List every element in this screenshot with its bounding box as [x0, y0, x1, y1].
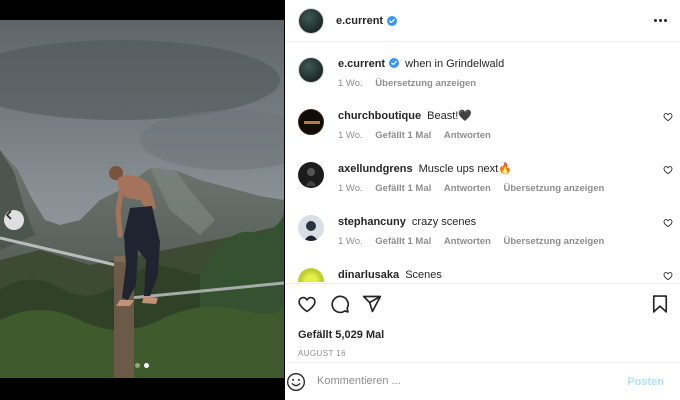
like-count[interactable]: Gefällt 5,029 Mal [298, 329, 384, 341]
comment-likes[interactable]: Gefällt 1 Mal [375, 183, 431, 194]
carousel-indicator [0, 363, 284, 368]
post-comment-button[interactable]: Posten [627, 376, 664, 388]
comment-row: stephancuny crazy scenes 1 Wo. Gefällt 1… [298, 215, 680, 247]
caption-text: when in Grindelwald [405, 58, 505, 70]
avatar-photo [304, 221, 318, 241]
reply-button[interactable]: Antworten [444, 130, 491, 141]
commenter-avatar[interactable] [298, 162, 324, 188]
comments-list[interactable]: e.current when in Grindelwald 1 Wo. Über… [285, 43, 680, 282]
paper-plane-icon[interactable] [362, 294, 382, 314]
comment-likes[interactable]: Gefällt 1 Mal [375, 130, 431, 141]
more-options-button[interactable] [652, 12, 668, 28]
comment-text: Scenes [405, 269, 442, 281]
comment-input[interactable] [317, 375, 597, 387]
comment-row: dinarlusaka Scenes [298, 268, 680, 282]
verified-badge-icon [387, 15, 398, 26]
smiley-icon[interactable] [286, 372, 306, 392]
avatar-photo [306, 168, 316, 186]
caption-time: 1 Wo. [338, 78, 363, 89]
author-avatar[interactable] [298, 7, 324, 34]
carousel-prev-button[interactable] [4, 210, 24, 230]
comment-username[interactable]: churchboutique [338, 110, 421, 122]
comment-composer: Posten [285, 362, 680, 400]
comment-bubble-icon[interactable] [330, 294, 350, 314]
reply-button[interactable]: Antworten [444, 236, 491, 247]
action-bar [285, 283, 680, 321]
comment-text: crazy scenes [411, 216, 477, 228]
comment-row: axellundgrens Muscle ups next🔥 1 Wo. Gef… [298, 162, 680, 194]
comment-time: 1 Wo. [338, 236, 363, 247]
post-date: AUGUST 16 [298, 349, 346, 358]
comment-row: churchboutique Beast!🖤 1 Wo. Gefällt 1 M… [298, 109, 680, 141]
comment-username[interactable]: axellundgrens [338, 163, 413, 175]
caption-username[interactable]: e.current [338, 58, 385, 70]
reply-button[interactable]: Antworten [444, 183, 491, 194]
heart-icon[interactable] [663, 218, 673, 228]
comment-text: Beast!🖤 [427, 110, 473, 122]
author-username[interactable]: e.current [336, 15, 383, 27]
comment-likes[interactable]: Gefällt 1 Mal [375, 236, 431, 247]
carousel-dot-active [144, 363, 149, 368]
verified-badge-icon [389, 58, 400, 68]
post-header: e.current [285, 0, 680, 42]
translate-button[interactable]: Übersetzung anzeigen [375, 78, 476, 89]
commenter-avatar[interactable] [298, 268, 324, 282]
commenter-avatar[interactable] [298, 109, 324, 135]
heart-icon[interactable] [663, 165, 673, 175]
heart-icon[interactable] [663, 271, 673, 281]
translate-button[interactable]: Übersetzung anzeigen [504, 183, 605, 194]
more-options-icon [653, 18, 657, 22]
comment-username[interactable]: dinarlusaka [338, 269, 399, 281]
comment-time: 1 Wo. [338, 130, 363, 141]
post-photo [0, 20, 284, 378]
caption-row: e.current when in Grindelwald 1 Wo. Über… [298, 57, 680, 89]
heart-icon[interactable] [663, 112, 673, 122]
carousel-dot [135, 363, 140, 368]
chevron-left-icon [6, 210, 12, 220]
translate-button[interactable]: Übersetzung anzeigen [504, 236, 605, 247]
commenter-avatar[interactable] [298, 215, 324, 241]
post-media[interactable] [0, 20, 284, 378]
author-avatar[interactable] [298, 57, 324, 83]
post-panel: e.current e.current when in Grindelwald … [285, 0, 680, 400]
comment-username[interactable]: stephancuny [338, 216, 406, 228]
comment-text: Muscle ups next🔥 [418, 163, 512, 175]
heart-icon[interactable] [297, 294, 317, 314]
comment-time: 1 Wo. [338, 183, 363, 194]
bookmark-icon[interactable] [650, 294, 670, 314]
churchboutique-logo [304, 121, 320, 124]
